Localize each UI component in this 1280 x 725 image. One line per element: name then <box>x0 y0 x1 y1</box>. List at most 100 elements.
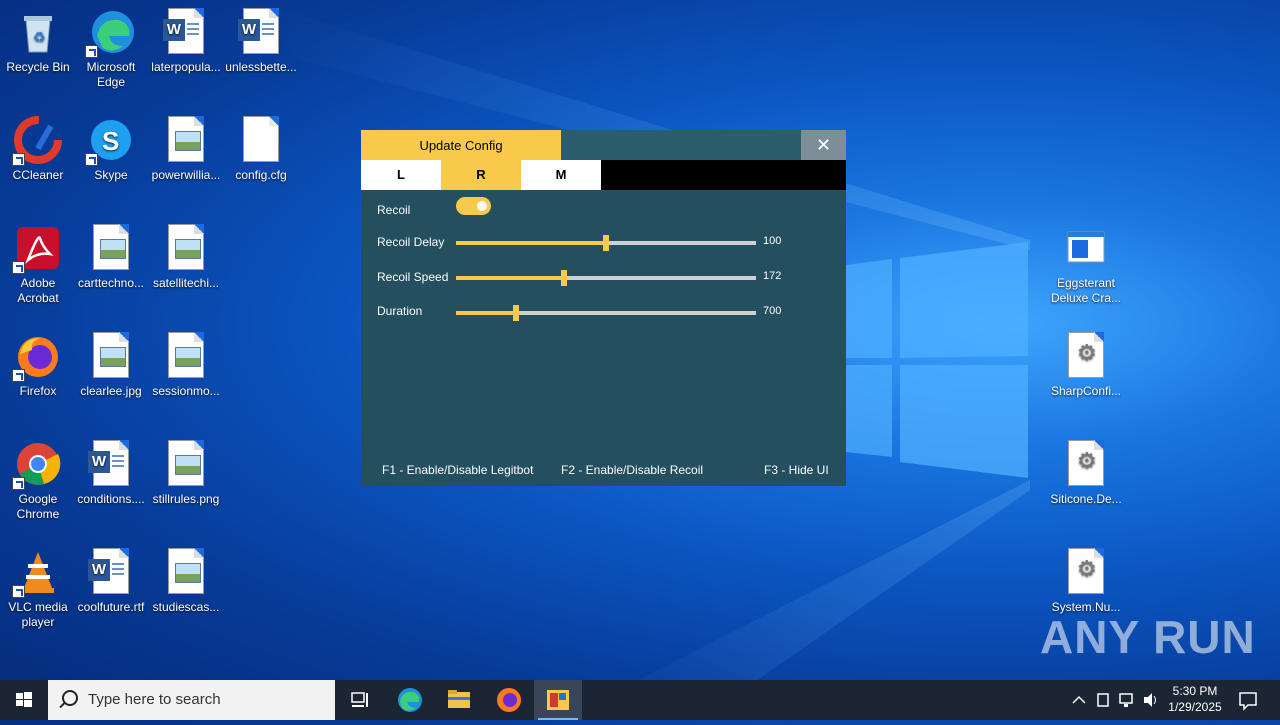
windows-logo-pane <box>900 242 1028 358</box>
slider-thumb[interactable] <box>561 270 567 286</box>
clock-time: 5:30 PM <box>1172 684 1218 698</box>
tab-m[interactable]: M <box>521 160 601 190</box>
show-hidden-icons-button[interactable] <box>1070 680 1088 720</box>
chrome-icon <box>12 440 62 490</box>
desktop-icon-sessionmo[interactable]: sessionmo... <box>148 332 224 399</box>
desktop-icon-label: satellitechi... <box>152 276 220 290</box>
network-button[interactable] <box>1117 680 1137 720</box>
desktop-icon-laterpopula[interactable]: W laterpopula... <box>148 8 224 75</box>
desktop-icon-satellitechi[interactable]: satellitechi... <box>148 224 224 291</box>
close-button[interactable]: ✕ <box>801 130 846 160</box>
ccleaner-icon <box>12 116 62 166</box>
slider-fill <box>456 241 606 245</box>
desktop-icon-siticone[interactable]: ⚙ Siticone.De... <box>1048 440 1124 507</box>
desktop-icon-eggsterant[interactable]: Eggsterant Deluxe Cra... <box>1048 224 1124 306</box>
desktop-icon-system-nu[interactable]: ⚙ System.Nu... <box>1048 548 1124 615</box>
acrobat-icon <box>12 224 62 274</box>
desktop-icon-label: CCleaner <box>12 168 64 182</box>
config-window: Update Config ✕ L R M Recoil Recoil Dela… <box>361 130 846 486</box>
recoil-delay-value: 100 <box>763 235 782 247</box>
desktop-icon-google-chrome[interactable]: Google Chrome <box>0 440 76 522</box>
desktop-icon-clearlee[interactable]: clearlee.jpg <box>73 332 149 399</box>
desktop-icon-sharpconfi[interactable]: ⚙ SharpConfi... <box>1048 332 1124 399</box>
desktop-icon-label: conditions.... <box>77 492 145 506</box>
app-icon <box>547 690 569 710</box>
settings-file-icon: ⚙ <box>1062 440 1110 488</box>
search-icon <box>62 690 78 706</box>
desktop-icon-ccleaner[interactable]: CCleaner <box>0 116 76 183</box>
hotkey-footer: F1 - Enable/Disable Legitbot F2 - Enable… <box>361 446 846 486</box>
folder-icon <box>448 690 470 708</box>
desktop-icon-label: SharpConfi... <box>1050 384 1122 398</box>
notifications-button[interactable] <box>1236 680 1260 720</box>
start-button[interactable] <box>0 680 48 720</box>
taskbar-firefox-button[interactable] <box>485 680 533 720</box>
taskbar-edge-button[interactable] <box>386 680 434 720</box>
desktop-icon-recycle-bin[interactable]: ♻ Recycle Bin <box>0 8 76 75</box>
tray-device-icon-button[interactable] <box>1094 680 1112 720</box>
recoil-speed-slider[interactable] <box>456 270 756 286</box>
recoil-label: Recoil <box>377 203 411 217</box>
desktop-icon-edge[interactable]: Microsoft Edge <box>73 8 149 90</box>
hotkey-f1-text: F1 - Enable/Disable Legitbot <box>382 463 534 477</box>
task-view-button[interactable] <box>336 680 384 720</box>
svg-text:♻: ♻ <box>33 29 46 45</box>
desktop-icon-unlessbette[interactable]: W unlessbette... <box>223 8 299 75</box>
slider-fill <box>456 276 564 280</box>
settings-file-icon: ⚙ <box>1062 332 1110 380</box>
taskbar-file-explorer-button[interactable] <box>435 680 483 720</box>
recoil-delay-slider[interactable] <box>456 235 756 251</box>
desktop-icon-studiescas[interactable]: studiescas... <box>148 548 224 615</box>
image-file-icon <box>162 116 210 164</box>
taskbar-app-button[interactable] <box>534 680 582 720</box>
tab-l[interactable]: L <box>361 160 441 190</box>
slider-thumb[interactable] <box>603 235 609 251</box>
volume-button[interactable] <box>1141 680 1161 720</box>
desktop-icon-label: Adobe Acrobat <box>17 276 59 305</box>
desktop-icon-powerwillia[interactable]: powerwillia... <box>148 116 224 183</box>
shortcut-arrow-icon <box>12 153 25 166</box>
desktop-icon-label: clearlee.jpg <box>80 384 142 398</box>
image-file-icon <box>87 332 135 380</box>
desktop-icon-label: laterpopula... <box>151 60 221 74</box>
desktop-icon-label: Eggsterant Deluxe Cra... <box>1050 276 1122 305</box>
desktop-icon-stillrules[interactable]: stillrules.png <box>148 440 224 507</box>
desktop-icon-skype[interactable]: S Skype <box>73 116 149 183</box>
firefox-icon <box>497 688 521 712</box>
word-document-icon: W <box>87 548 135 596</box>
blank-file-icon <box>237 116 285 164</box>
hotkey-f2-text: F2 - Enable/Disable Recoil <box>561 463 704 477</box>
desktop-icon-label: Siticone.De... <box>1050 492 1122 506</box>
desktop-icon-firefox[interactable]: Firefox <box>0 332 76 399</box>
shortcut-arrow-icon <box>12 369 25 382</box>
desktop-icon-conditions[interactable]: W conditions.... <box>73 440 149 507</box>
slider-thumb[interactable] <box>513 305 519 321</box>
tab-r[interactable]: R <box>441 160 521 190</box>
word-document-icon: W <box>237 8 285 56</box>
desktop-icon-label: Skype <box>94 168 128 182</box>
skype-icon: S <box>85 116 135 166</box>
desktop-icon-label: config.cfg <box>235 168 287 182</box>
desktop-icon-carttechno[interactable]: carttechno... <box>73 224 149 291</box>
taskbar-search-box[interactable]: Type here to search <box>48 680 335 720</box>
taskbar: Type here to search 5:30 PM 1/29/2025 <box>0 680 1280 720</box>
desktop-icon-label: Recycle Bin <box>6 60 70 74</box>
shortcut-arrow-icon <box>85 45 98 58</box>
recoil-toggle[interactable] <box>456 197 491 215</box>
volume-icon <box>1144 693 1156 707</box>
chevron-up-icon <box>1072 695 1086 704</box>
update-config-button[interactable]: Update Config <box>361 130 561 160</box>
desktop-icon-label: VLC media player <box>8 600 68 629</box>
title-bar[interactable]: Update Config ✕ <box>361 130 846 160</box>
desktop-icon-coolfuture[interactable]: W coolfuture.rtf <box>73 548 149 615</box>
recoil-speed-value: 172 <box>763 270 782 282</box>
desktop-icon-vlc[interactable]: VLC media player <box>0 548 76 630</box>
notification-icon <box>1239 692 1257 711</box>
desktop-icon-config-cfg[interactable]: config.cfg <box>223 116 299 183</box>
firefox-icon <box>12 332 62 382</box>
duration-label: Duration <box>377 304 423 318</box>
recycle-bin-icon: ♻ <box>14 8 62 56</box>
desktop-icon-adobe-acrobat[interactable]: Adobe Acrobat <box>0 224 76 306</box>
duration-slider[interactable] <box>456 305 756 321</box>
clock[interactable]: 5:30 PM 1/29/2025 <box>1160 683 1230 715</box>
